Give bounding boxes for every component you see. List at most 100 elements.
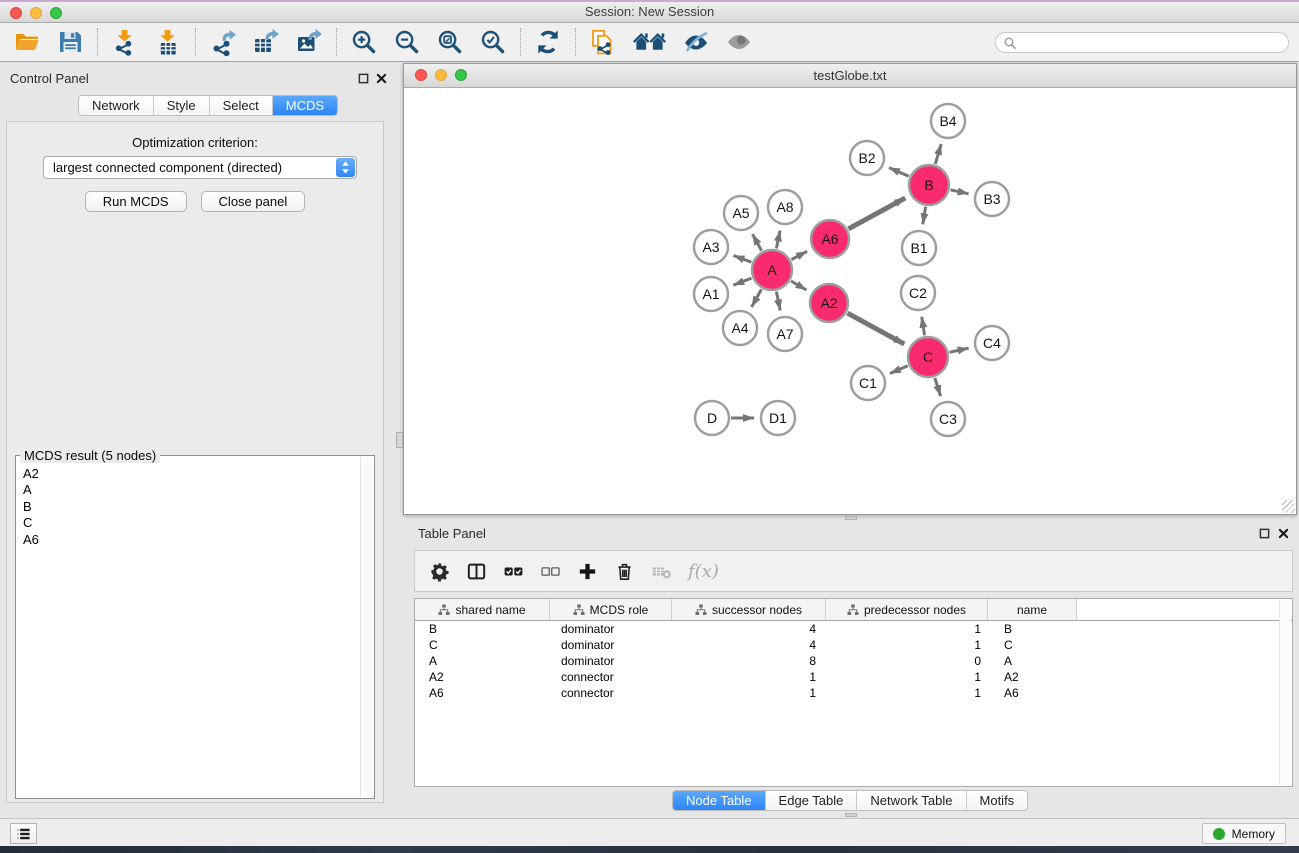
close-table-panel-icon[interactable] <box>1278 528 1289 539</box>
zoom-out-icon[interactable] <box>394 29 420 55</box>
tab-edge-table[interactable]: Edge Table <box>766 791 858 810</box>
graph-node-B2[interactable]: B2 <box>850 141 884 175</box>
graph-edge-C-C3[interactable] <box>935 378 941 396</box>
graph-node-B4[interactable]: B4 <box>931 104 965 138</box>
graph-edge-C-C1[interactable] <box>890 366 908 374</box>
memory-button[interactable]: Memory <box>1202 823 1286 844</box>
refresh-icon[interactable] <box>535 29 561 55</box>
column-header-predecessor-nodes[interactable]: predecessor nodes <box>826 599 988 621</box>
open-folder-icon[interactable] <box>14 29 40 55</box>
table-row-A2[interactable]: A2connector11A2 <box>415 669 1292 685</box>
tab-mcds[interactable]: MCDS <box>273 96 337 115</box>
mcds-result-list[interactable]: A2ABCA6 <box>18 458 358 796</box>
zoom-selected-icon[interactable] <box>480 29 506 55</box>
delete-row-icon[interactable] <box>614 561 635 582</box>
show-eye-icon[interactable] <box>726 29 752 55</box>
tab-style[interactable]: Style <box>154 96 210 115</box>
tab-select[interactable]: Select <box>210 96 273 115</box>
close-panel-button[interactable]: Close panel <box>201 191 306 212</box>
import-network-icon[interactable] <box>112 29 138 55</box>
float-panel-icon[interactable] <box>358 73 369 84</box>
graph-edge-A-A4[interactable] <box>752 289 762 307</box>
zoom-window-button[interactable] <box>50 7 62 19</box>
copy-network-icon[interactable] <box>590 29 616 55</box>
mcds-result-item[interactable]: C <box>23 515 358 531</box>
graph-node-A4[interactable]: A4 <box>723 311 757 345</box>
graph-node-A2[interactable]: A2 <box>810 284 848 322</box>
graph-edge-B-B3[interactable] <box>951 190 969 194</box>
task-history-button[interactable] <box>10 823 37 844</box>
home-pair-icon[interactable] <box>633 29 666 55</box>
close-panel-icon[interactable] <box>376 73 387 84</box>
gear-icon[interactable] <box>429 561 450 582</box>
graph-node-A[interactable]: A <box>752 250 792 290</box>
result-scrollbar[interactable] <box>360 457 373 797</box>
table-row-C[interactable]: Cdominator41C <box>415 637 1292 653</box>
column-header-MCDS-role[interactable]: MCDS role <box>550 599 672 621</box>
tab-motifs[interactable]: Motifs <box>967 791 1028 810</box>
mcds-result-item[interactable]: A2 <box>23 466 358 482</box>
export-table-icon[interactable] <box>253 29 279 55</box>
graph-node-D[interactable]: D <box>695 401 729 435</box>
graph-node-D1[interactable]: D1 <box>761 401 795 435</box>
graph-node-C2[interactable]: C2 <box>901 276 935 310</box>
window-resize-grip[interactable] <box>1282 500 1295 513</box>
network-minimize-button[interactable] <box>435 69 447 81</box>
splitter-handle-left[interactable] <box>396 432 403 448</box>
graph-node-A6[interactable]: A6 <box>811 220 849 258</box>
graph-edge-A-A2[interactable] <box>791 281 807 290</box>
save-icon[interactable] <box>57 29 83 55</box>
delete-table-icon[interactable] <box>651 561 672 582</box>
export-image-icon[interactable] <box>296 29 322 55</box>
close-window-button[interactable] <box>10 7 22 19</box>
network-close-button[interactable] <box>415 69 427 81</box>
minimize-window-button[interactable] <box>30 7 42 19</box>
mcds-result-item[interactable]: B <box>23 499 358 515</box>
graph-node-C[interactable]: C <box>908 337 948 377</box>
add-row-icon[interactable] <box>577 561 598 582</box>
graph-edge-B-B4[interactable] <box>935 144 941 164</box>
graph-edge-A-A8[interactable] <box>776 231 780 249</box>
graph-node-A7[interactable]: A7 <box>768 317 802 351</box>
splitter-handle-horizontal[interactable] <box>845 516 857 520</box>
graph-edge-A6-B[interactable] <box>848 198 905 229</box>
export-network-icon[interactable] <box>210 29 236 55</box>
graph-edge-A2-C[interactable] <box>847 313 904 344</box>
graph-node-A1[interactable]: A1 <box>694 277 728 311</box>
graph-node-B3[interactable]: B3 <box>975 182 1009 216</box>
zoom-fit-icon[interactable] <box>437 29 463 55</box>
run-mcds-button[interactable]: Run MCDS <box>85 191 187 212</box>
graph-edge-A-A6[interactable] <box>791 251 807 259</box>
graph-node-C1[interactable]: C1 <box>851 366 885 400</box>
search-box[interactable] <box>995 32 1289 53</box>
function-builder-icon[interactable]: f(x) <box>688 561 719 582</box>
graph-node-B1[interactable]: B1 <box>902 231 936 265</box>
network-zoom-button[interactable] <box>455 69 467 81</box>
graph-edge-A-A3[interactable] <box>734 256 752 263</box>
graph-edge-A-A5[interactable] <box>753 234 762 251</box>
column-header-successor-nodes[interactable]: successor nodes <box>672 599 826 621</box>
graph-node-C3[interactable]: C3 <box>931 402 965 436</box>
column-header-shared-name[interactable]: shared name <box>415 599 550 621</box>
splitter-handle-bottom[interactable] <box>845 813 857 817</box>
zoom-in-icon[interactable] <box>351 29 377 55</box>
graph-edge-C-C4[interactable] <box>950 348 969 352</box>
graph-edge-C-C2[interactable] <box>922 317 925 336</box>
graph-node-B[interactable]: B <box>909 165 949 205</box>
graph-node-A5[interactable]: A5 <box>724 196 758 230</box>
tab-network[interactable]: Network <box>79 96 154 115</box>
graph-edge-A-A7[interactable] <box>776 292 780 311</box>
hide-panels-icon[interactable] <box>683 29 709 55</box>
graph-node-C4[interactable]: C4 <box>975 326 1009 360</box>
graph-node-A8[interactable]: A8 <box>768 190 802 224</box>
table-scrollbar[interactable] <box>1279 600 1291 785</box>
table-row-A6[interactable]: A6connector11A6 <box>415 685 1292 701</box>
mcds-result-item[interactable]: A6 <box>23 532 358 548</box>
mcds-result-item[interactable]: A <box>23 482 358 498</box>
column-header-name[interactable]: name <box>988 599 1077 621</box>
table-row-B[interactable]: Bdominator41B <box>415 621 1292 637</box>
import-table-icon[interactable] <box>155 29 181 55</box>
search-input[interactable] <box>1021 36 1281 50</box>
tab-node-table[interactable]: Node Table <box>673 791 766 810</box>
split-columns-icon[interactable] <box>466 561 487 582</box>
